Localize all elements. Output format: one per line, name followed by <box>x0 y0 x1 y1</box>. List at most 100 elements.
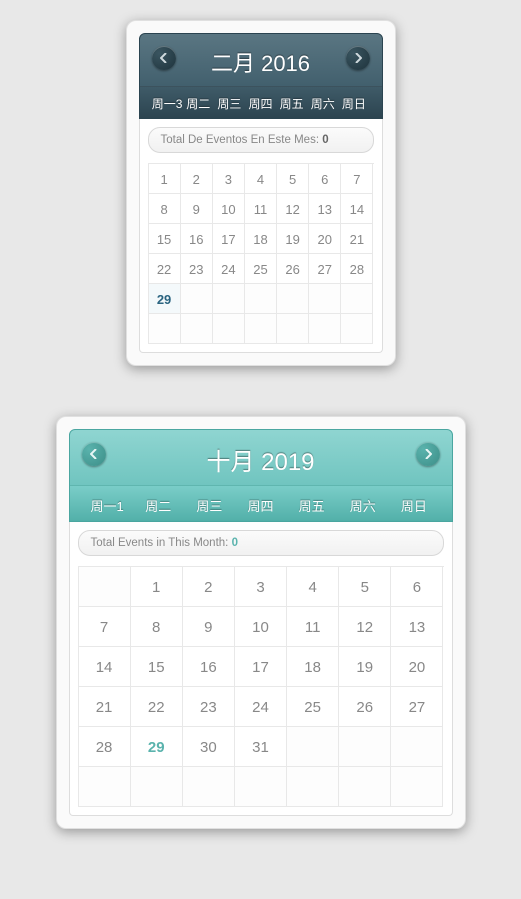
calendar-day[interactable]: 20 <box>309 224 341 254</box>
prev-month-button[interactable] <box>152 46 176 70</box>
calendar-day[interactable]: 12 <box>339 607 391 647</box>
calendar-day-empty <box>245 314 277 344</box>
calendar-day[interactable]: 24 <box>235 687 287 727</box>
calendar-day[interactable]: 24 <box>213 254 245 284</box>
calendar-day[interactable]: 20 <box>391 647 443 687</box>
calendar-day-empty <box>131 767 183 807</box>
calendar-day-empty <box>213 314 245 344</box>
calendar-day[interactable]: 17 <box>213 224 245 254</box>
calendar-day[interactable]: 19 <box>277 224 309 254</box>
calendar-day[interactable]: 18 <box>245 224 277 254</box>
month-title: 二月 2016 <box>211 46 310 78</box>
calendar-day[interactable]: 3 <box>235 567 287 607</box>
day-name: 周二 <box>133 496 184 515</box>
calendar-day[interactable]: 31 <box>235 727 287 767</box>
calendar-day[interactable]: 13 <box>391 607 443 647</box>
calendar-day[interactable]: 2 <box>181 164 213 194</box>
calendar-day[interactable]: 2 <box>183 567 235 607</box>
calendar-day[interactable]: 30 <box>183 727 235 767</box>
day-name: 周六 <box>337 496 388 515</box>
calendar-day[interactable]: 17 <box>235 647 287 687</box>
calendar-day-empty <box>235 767 287 807</box>
day-name: 周一3 <box>152 95 183 112</box>
calendar-header: 二月 2016 周一3周二周三周四周五周六周日 <box>139 33 383 119</box>
calendar-day[interactable]: 25 <box>245 254 277 284</box>
event-summary: Total Events in This Month: 0 <box>78 530 444 556</box>
calendar-day[interactable]: 16 <box>181 224 213 254</box>
calendar-grid: 1234567891011121314151617181920212223242… <box>148 163 374 344</box>
calendar-day[interactable]: 26 <box>339 687 391 727</box>
next-month-button[interactable] <box>416 442 440 466</box>
calendar-day[interactable]: 15 <box>149 224 181 254</box>
calendar-day[interactable]: 14 <box>79 647 131 687</box>
days-header-row: 周一3周二周三周四周五周六周日 <box>140 86 382 118</box>
calendar-day[interactable]: 8 <box>149 194 181 224</box>
calendar-day[interactable]: 23 <box>181 254 213 284</box>
month-title: 十月 2019 <box>206 442 314 477</box>
calendar-day[interactable]: 25 <box>287 687 339 727</box>
calendar-day[interactable]: 11 <box>287 607 339 647</box>
calendar-day[interactable]: 9 <box>181 194 213 224</box>
calendar-day[interactable]: 9 <box>183 607 235 647</box>
calendar-day-empty <box>309 284 341 314</box>
calendar-day[interactable]: 3 <box>213 164 245 194</box>
calendar-day[interactable]: 29 <box>131 727 183 767</box>
calendar-day-empty <box>213 284 245 314</box>
calendar-day[interactable]: 23 <box>183 687 235 727</box>
calendar-day[interactable]: 5 <box>339 567 391 607</box>
calendar-widget-feb-2016: 二月 2016 周一3周二周三周四周五周六周日 Total De Eventos… <box>126 20 396 366</box>
calendar-day-empty <box>287 767 339 807</box>
calendar-day[interactable]: 13 <box>309 194 341 224</box>
day-name: 周六 <box>307 95 338 112</box>
calendar-day[interactable]: 4 <box>245 164 277 194</box>
days-header-row: 周一1周二周三周四周五周六周日 <box>70 485 452 521</box>
calendar-day[interactable]: 5 <box>277 164 309 194</box>
calendar-day[interactable]: 12 <box>277 194 309 224</box>
calendar-day[interactable]: 29 <box>149 284 181 314</box>
chevron-right-icon <box>354 53 362 63</box>
prev-month-button[interactable] <box>82 442 106 466</box>
calendar-day[interactable]: 16 <box>183 647 235 687</box>
day-name: 周四 <box>235 496 286 515</box>
calendar-body: Total De Eventos En Este Mes: 0 12345678… <box>139 119 383 353</box>
calendar-day[interactable]: 10 <box>235 607 287 647</box>
chevron-left-icon <box>160 53 168 63</box>
calendar-day[interactable]: 28 <box>341 254 373 284</box>
calendar-day[interactable]: 28 <box>79 727 131 767</box>
calendar-day[interactable]: 27 <box>309 254 341 284</box>
calendar-day-empty <box>277 284 309 314</box>
calendar-day[interactable]: 8 <box>131 607 183 647</box>
calendar-day[interactable]: 6 <box>391 567 443 607</box>
calendar-day-empty <box>181 284 213 314</box>
summary-count: 0 <box>232 537 238 549</box>
summary-count: 0 <box>322 134 328 146</box>
calendar-day-empty <box>341 314 373 344</box>
calendar-day[interactable]: 18 <box>287 647 339 687</box>
chevron-right-icon <box>424 449 432 459</box>
day-name: 周五 <box>286 496 337 515</box>
day-name: 周三 <box>214 95 245 112</box>
calendar-day[interactable]: 7 <box>79 607 131 647</box>
calendar-day[interactable]: 26 <box>277 254 309 284</box>
calendar-day[interactable]: 7 <box>341 164 373 194</box>
calendar-day[interactable]: 4 <box>287 567 339 607</box>
calendar-day[interactable]: 22 <box>149 254 181 284</box>
calendar-day[interactable]: 14 <box>341 194 373 224</box>
calendar-day-empty <box>277 314 309 344</box>
calendar-day[interactable]: 19 <box>339 647 391 687</box>
calendar-day[interactable]: 6 <box>309 164 341 194</box>
calendar-day-empty <box>309 314 341 344</box>
calendar-day[interactable]: 22 <box>131 687 183 727</box>
calendar-day-empty <box>339 727 391 767</box>
calendar-day[interactable]: 21 <box>341 224 373 254</box>
calendar-day[interactable]: 1 <box>149 164 181 194</box>
day-name: 周日 <box>388 496 439 515</box>
calendar-day[interactable]: 10 <box>213 194 245 224</box>
calendar-day[interactable]: 15 <box>131 647 183 687</box>
calendar-day[interactable]: 21 <box>79 687 131 727</box>
calendar-day[interactable]: 27 <box>391 687 443 727</box>
calendar-day[interactable]: 1 <box>131 567 183 607</box>
next-month-button[interactable] <box>346 46 370 70</box>
event-summary: Total De Eventos En Este Mes: 0 <box>148 127 374 153</box>
calendar-day[interactable]: 11 <box>245 194 277 224</box>
